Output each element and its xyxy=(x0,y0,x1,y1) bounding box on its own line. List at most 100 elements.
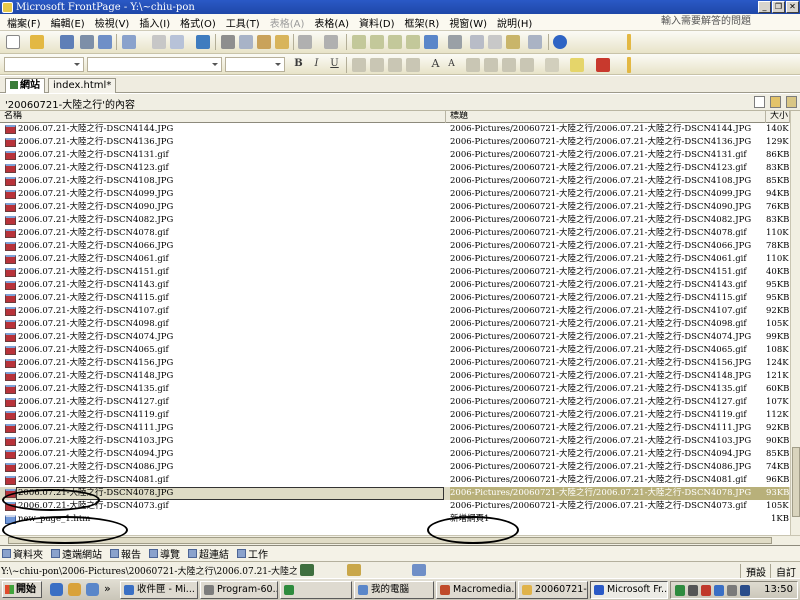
increase-font-button[interactable]: A xyxy=(428,57,443,71)
toggle-pane-icon[interactable] xyxy=(122,35,136,49)
file-row[interactable]: 2006.07.21-大陸之行-DSCN4107.gif 2006-Picture… xyxy=(0,305,790,318)
file-row[interactable]: 2006.07.21-大陸之行-DSCN4156.JPG 2006-Picture… xyxy=(0,357,790,370)
highlight-icon[interactable] xyxy=(570,58,584,72)
search-icon[interactable] xyxy=(80,35,94,49)
view-reports[interactable]: 報告 xyxy=(108,546,141,561)
tray-icon[interactable] xyxy=(714,585,724,596)
show-all-icon[interactable] xyxy=(506,35,520,49)
taskbar-button-folder[interactable]: 20060721-... xyxy=(518,581,588,599)
print-icon[interactable] xyxy=(152,35,166,49)
underline-button[interactable]: U xyxy=(327,57,342,71)
border-icon[interactable] xyxy=(545,58,559,72)
file-row[interactable]: 2006.07.21-大陸之行-DSCN4090.JPG 2006-Picture… xyxy=(0,201,790,214)
column-header-name[interactable]: 名稱 xyxy=(0,111,446,123)
file-row[interactable]: 2006.07.21-大陸之行-DSCN4103.JPG 2006-Picture… xyxy=(0,435,790,448)
file-row[interactable]: 2006.07.21-大陸之行-DSCN4135.gif 2006-Picture… xyxy=(0,383,790,396)
bookmark-icon[interactable] xyxy=(528,35,542,49)
file-row-selected[interactable]: 2006.07.21-大陸之行-DSCN4078.JPG 2006-Picture… xyxy=(0,487,790,500)
menu-file[interactable]: 檔案(F) xyxy=(2,15,46,30)
horizontal-scroll-thumb[interactable] xyxy=(8,537,772,544)
folder-up-icon[interactable] xyxy=(786,96,797,108)
file-row[interactable]: 2006.07.21-大陸之行-DSCN4081.gif 2006-Picture… xyxy=(0,474,790,487)
insert-picture-icon[interactable] xyxy=(406,35,420,49)
quicklaunch-ie-icon[interactable] xyxy=(50,583,63,596)
taskbar-button-frontpage[interactable]: Microsoft Fr... xyxy=(590,581,668,599)
tab-website[interactable]: 網站 xyxy=(5,78,45,93)
font-size-dropdown[interactable] xyxy=(225,57,285,72)
new-page-icon[interactable] xyxy=(6,35,20,49)
menu-insert[interactable]: 插入(I) xyxy=(134,15,175,30)
insert-hyperlink-icon[interactable] xyxy=(448,35,462,49)
view-hyperlinks[interactable]: 超連結 xyxy=(186,546,229,561)
toolbar-options-handle[interactable] xyxy=(627,57,631,73)
taskbar-button-my-computer[interactable]: 我的電腦 xyxy=(354,581,434,599)
close-button[interactable]: ✕ xyxy=(786,1,799,13)
style-dropdown[interactable] xyxy=(4,57,84,72)
status-mode[interactable]: 預設 xyxy=(740,564,766,579)
quicklaunch-outlook-icon[interactable] xyxy=(68,583,81,596)
justify-icon[interactable] xyxy=(406,58,420,72)
file-row[interactable]: 2006.07.21-大陸之行-DSCN4099.JPG 2006-Picture… xyxy=(0,188,790,201)
view-tasks[interactable]: 工作 xyxy=(235,546,268,561)
increase-indent-icon[interactable] xyxy=(520,58,534,72)
menu-tools[interactable]: 工具(T) xyxy=(221,15,265,30)
tray-icon[interactable] xyxy=(688,585,698,596)
toolbar-options-handle[interactable] xyxy=(627,34,631,50)
publish-icon[interactable] xyxy=(98,35,112,49)
file-row[interactable]: 2006.07.21-大陸之行-DSCN4074.JPG 2006-Picture… xyxy=(0,331,790,344)
file-row[interactable]: 2006.07.21-大陸之行-DSCN4127.gif 2006-Picture… xyxy=(0,396,790,409)
menu-frames[interactable]: 框架(R) xyxy=(400,15,445,30)
tray-icon[interactable] xyxy=(701,585,711,596)
view-folders[interactable]: 資料夾 xyxy=(0,546,43,561)
numbering-icon[interactable] xyxy=(466,58,480,72)
file-row[interactable]: 2006.07.21-大陸之行-DSCN4144.JPG 2006-Picture… xyxy=(0,123,790,136)
refresh-icon[interactable] xyxy=(470,35,484,49)
file-row[interactable]: 2006.07.21-大陸之行-DSCN4094.JPG 2006-Picture… xyxy=(0,448,790,461)
save-icon[interactable] xyxy=(60,35,74,49)
decrease-font-button[interactable]: A xyxy=(444,57,459,71)
new-page-icon[interactable] xyxy=(754,96,765,108)
view-remote-site[interactable]: 遠端網站 xyxy=(49,546,102,561)
stop-icon[interactable] xyxy=(488,35,502,49)
menu-window[interactable]: 視窗(W) xyxy=(444,15,492,30)
taskbar-button-app[interactable] xyxy=(280,581,352,599)
file-row[interactable]: 2006.07.21-大陸之行-DSCN4123.gif 2006-Picture… xyxy=(0,162,790,175)
help-icon[interactable] xyxy=(553,35,567,49)
tab-index-html[interactable]: index.html* xyxy=(48,78,117,93)
quicklaunch-more-button[interactable]: » xyxy=(104,582,111,595)
redo-icon[interactable] xyxy=(324,35,338,49)
open-folder-icon[interactable] xyxy=(30,35,44,49)
file-row[interactable]: 2006.07.21-大陸之行-DSCN4066.JPG 2006-Picture… xyxy=(0,240,790,253)
format-painter-icon[interactable] xyxy=(275,35,289,49)
view-navigation[interactable]: 導覽 xyxy=(147,546,180,561)
file-row[interactable]: 2006.07.21-大陸之行-DSCN4131.gif 2006-Picture… xyxy=(0,149,790,162)
file-row[interactable]: 2006.07.21-大陸之行-DSCN4073.gif 2006-Picture… xyxy=(0,500,790,513)
file-row[interactable]: 2006.07.21-大陸之行-DSCN4078.gif 2006-Picture… xyxy=(0,227,790,240)
tray-icon[interactable] xyxy=(675,585,685,596)
file-row[interactable]: 2006.07.21-大陸之行-DSCN4111.JPG 2006-Picture… xyxy=(0,422,790,435)
ask-question-box[interactable]: 輸入需要解答的問題 xyxy=(659,15,796,29)
start-button[interactable]: 開始 xyxy=(2,581,42,598)
web-component-icon[interactable] xyxy=(352,35,366,49)
menu-view[interactable]: 檢視(V) xyxy=(90,15,135,30)
align-center-icon[interactable] xyxy=(370,58,384,72)
menu-format[interactable]: 格式(O) xyxy=(175,15,221,30)
file-row[interactable]: 2006.07.21-大陸之行-DSCN4115.gif 2006-Picture… xyxy=(0,292,790,305)
font-dropdown[interactable] xyxy=(87,57,222,72)
minimize-button[interactable]: _ xyxy=(758,1,771,13)
taskbar-button-program[interactable]: Program-60... xyxy=(200,581,278,599)
copy-icon[interactable] xyxy=(239,35,253,49)
file-row[interactable]: 2006.07.21-大陸之行-DSCN4148.JPG 2006-Picture… xyxy=(0,370,790,383)
undo-icon[interactable] xyxy=(298,35,312,49)
drawing-icon[interactable] xyxy=(424,35,438,49)
menu-edit[interactable]: 編輯(E) xyxy=(46,15,90,30)
taskbar-button-macromedia[interactable]: Macromedia... xyxy=(436,581,516,599)
tray-icon[interactable] xyxy=(740,585,750,596)
bullets-icon[interactable] xyxy=(484,58,498,72)
decrease-indent-icon[interactable] xyxy=(502,58,516,72)
file-row[interactable]: 2006.07.21-大陸之行-DSCN4086.JPG 2006-Picture… xyxy=(0,461,790,474)
file-row[interactable]: 2006.07.21-大陸之行-DSCN4136.JPG 2006-Picture… xyxy=(0,136,790,149)
spelling-icon[interactable] xyxy=(196,35,210,49)
paste-icon[interactable] xyxy=(257,35,271,49)
column-header-title[interactable]: 標題 xyxy=(446,111,766,123)
